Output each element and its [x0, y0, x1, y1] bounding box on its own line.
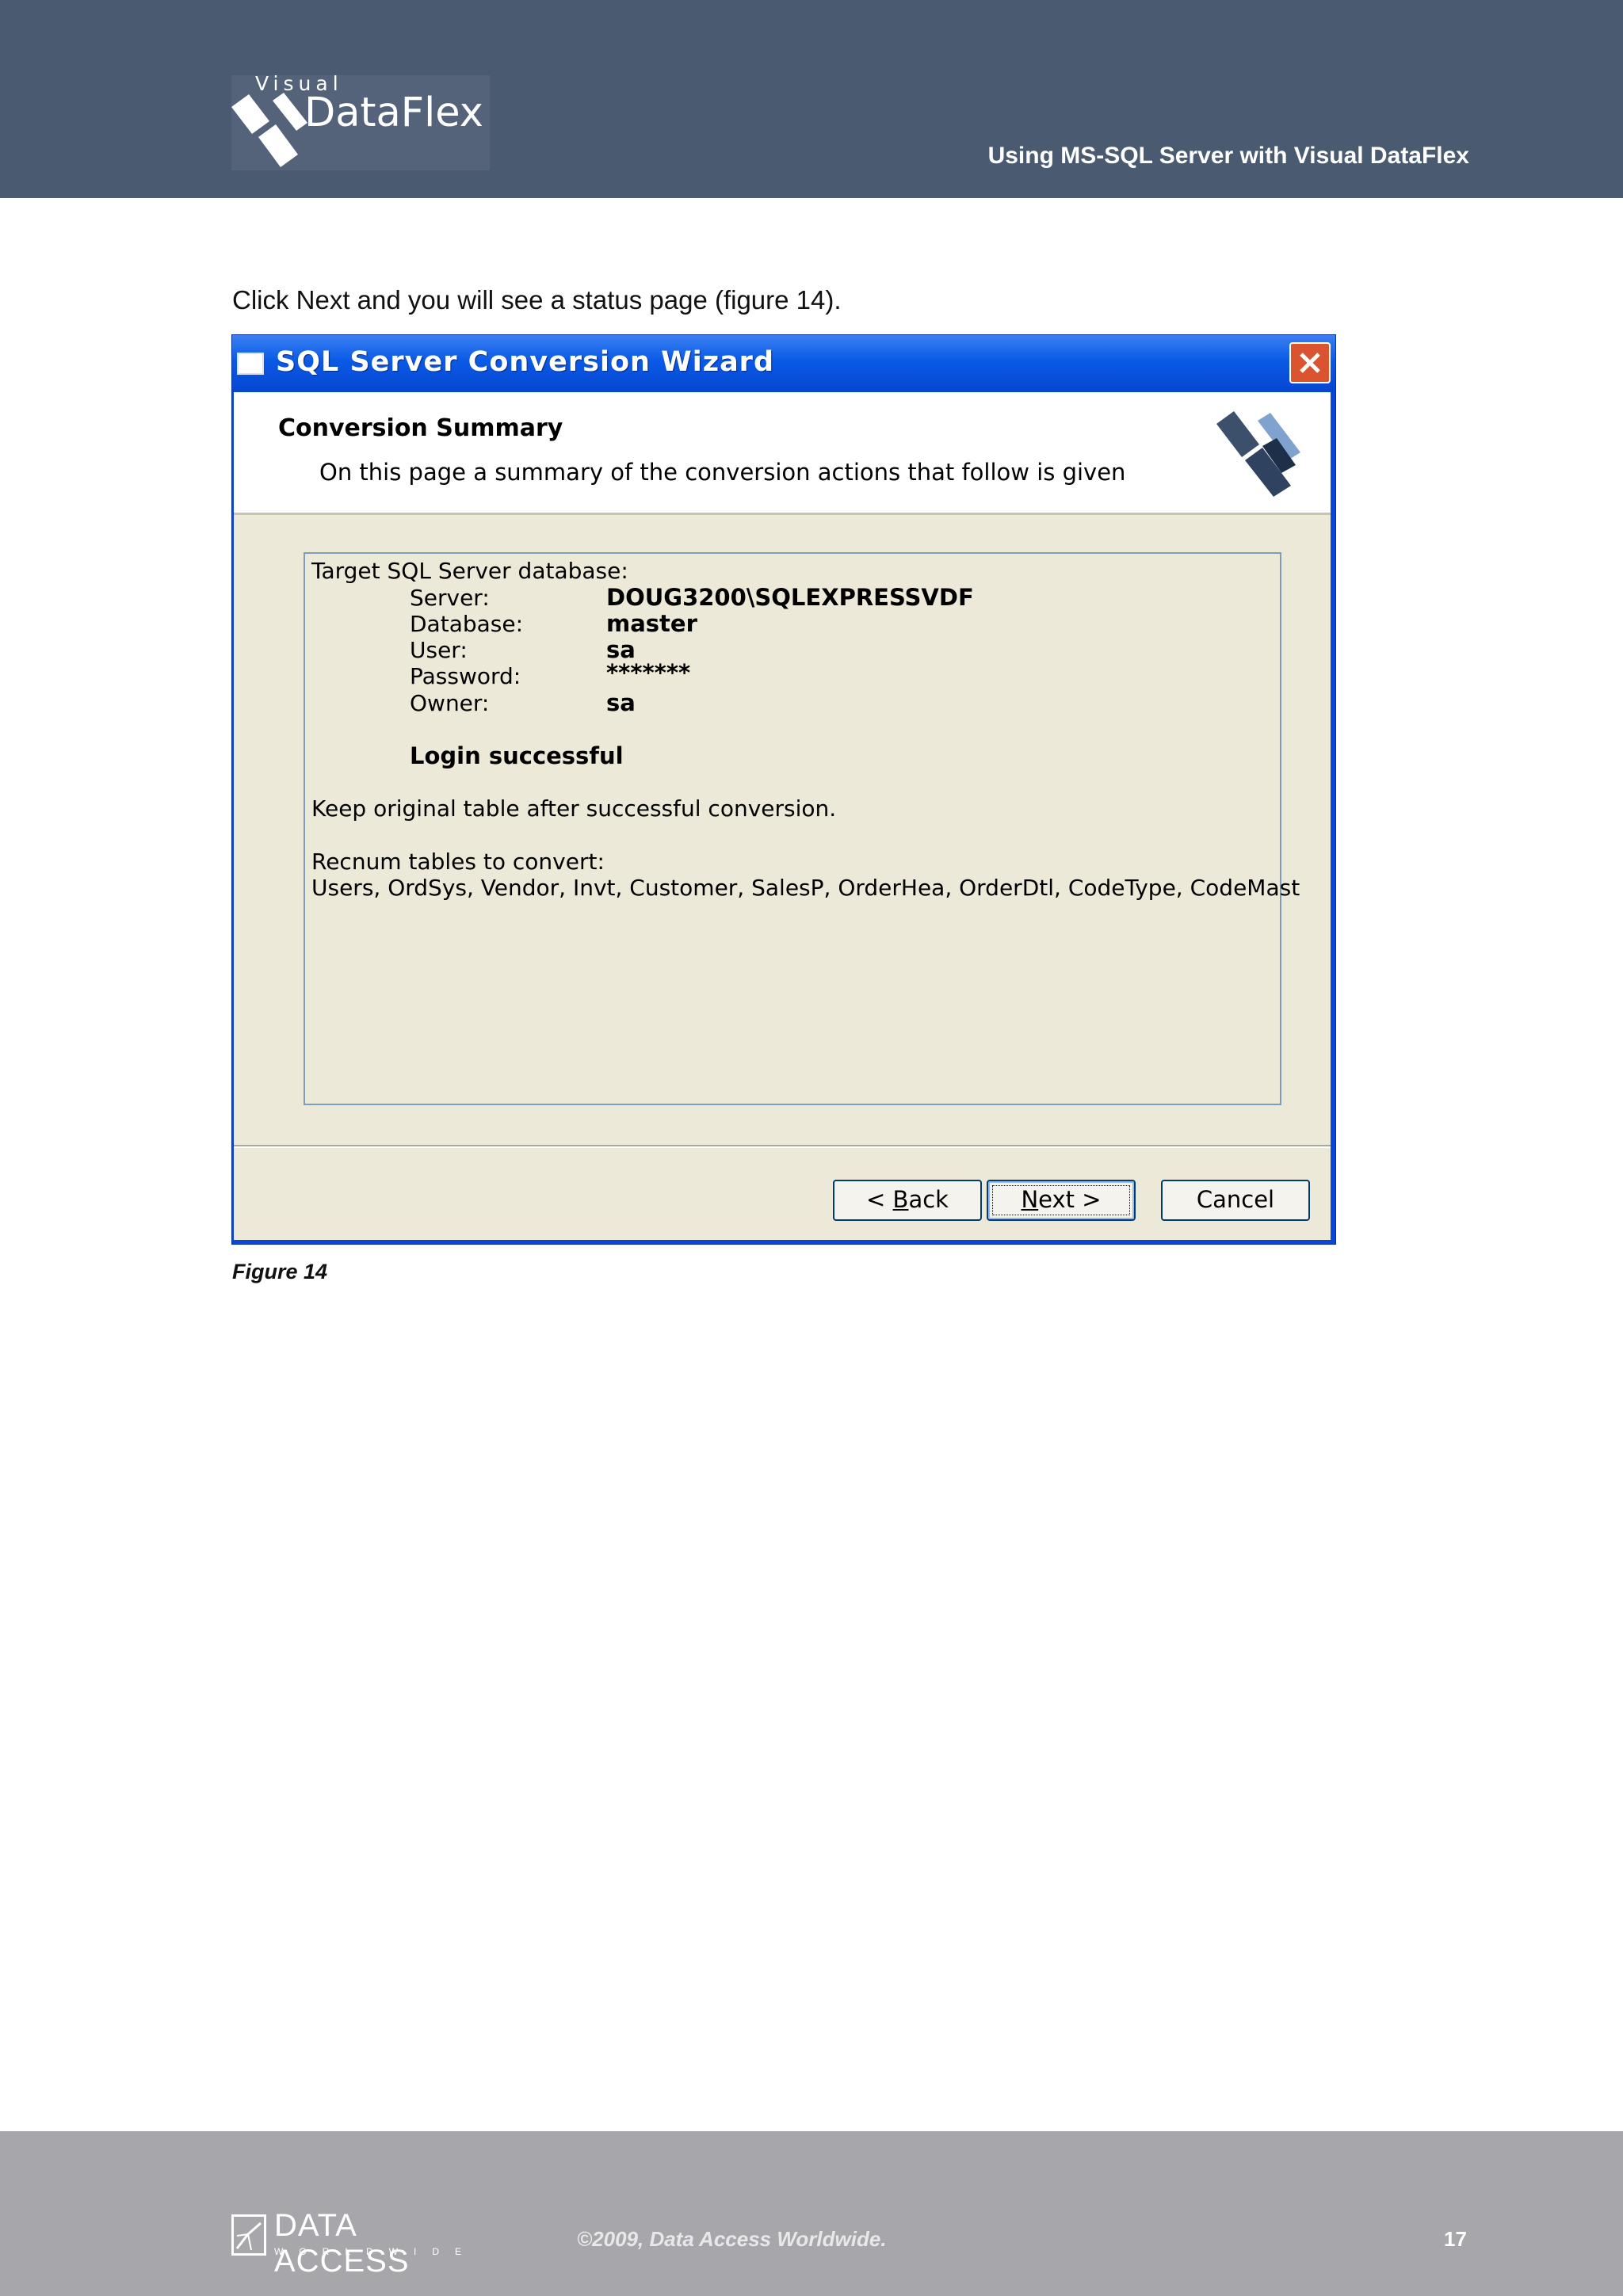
window-titlebar[interactable]: SQL Server Conversion Wizard — [232, 335, 1335, 392]
database-value: master — [606, 610, 697, 637]
wizard-client-area: Conversion Summary On this page a summar… — [234, 392, 1331, 1240]
target-database-heading: Target SQL Server database: — [311, 558, 628, 584]
server-label: Server: — [410, 585, 490, 611]
page-footer: DATA ACCESS WORLDWIDE ©2009, Data Access… — [0, 2131, 1623, 2296]
close-button[interactable] — [1289, 342, 1331, 383]
intro-paragraph: Click Next and you will see a status pag… — [232, 285, 842, 315]
document-title: Using MS-SQL Server with Visual DataFlex — [987, 143, 1469, 169]
password-value: ******* — [606, 659, 691, 686]
button-separator — [234, 1145, 1331, 1148]
dataflex-wizard-icon — [1216, 411, 1300, 497]
keep-original-note: Keep original table after successful con… — [311, 795, 837, 822]
recnum-table-list: Users, OrdSys, Vendor, Invt, Customer, S… — [311, 875, 1300, 901]
page-header: Visual DataFlex Using MS-SQL Server with… — [0, 0, 1623, 198]
dataflex-logo-mark-icon — [231, 93, 307, 167]
login-status: Login successful — [410, 742, 624, 769]
page-number: 17 — [1444, 2227, 1467, 2251]
user-label: User: — [410, 637, 468, 663]
close-icon — [1300, 353, 1320, 373]
conversion-summary-box[interactable]: Target SQL Server database: Server: DOUG… — [304, 552, 1300, 1105]
focus-ring — [992, 1185, 1130, 1215]
visual-dataflex-logo: Visual DataFlex — [231, 72, 490, 170]
wizard-window: SQL Server Conversion Wizard Conversion … — [231, 334, 1336, 1245]
step-description: On this page a summary of the conversion… — [319, 459, 1126, 486]
next-button[interactable]: Next > — [987, 1180, 1136, 1221]
logo-dataflex-text: DataFlex — [304, 90, 483, 136]
window-title: SQL Server Conversion Wizard — [276, 346, 774, 378]
data-access-logo: DATA ACCESS WORLDWIDE — [231, 2208, 493, 2279]
recnum-heading: Recnum tables to convert: — [311, 849, 605, 875]
data-access-logo-text: DATA ACCESS — [274, 2208, 410, 2279]
back-button-rest: ack — [908, 1186, 949, 1213]
back-button-prefix: < — [866, 1186, 893, 1213]
back-button-accel: B — [892, 1186, 909, 1213]
server-value: DOUG3200\SQLEXPRESSVDF — [606, 584, 974, 611]
owner-label: Owner: — [410, 690, 490, 716]
wizard-banner: Conversion Summary On this page a summar… — [234, 392, 1331, 515]
database-label: Database: — [410, 611, 524, 637]
figure-caption: Figure 14 — [232, 1260, 328, 1283]
back-button[interactable]: < Back — [833, 1180, 982, 1221]
owner-value: sa — [606, 689, 636, 716]
data-access-logo-subtext: WORLDWIDE — [274, 2246, 477, 2257]
window-app-icon — [237, 353, 264, 375]
password-label: Password: — [410, 663, 521, 689]
data-access-logo-icon — [231, 2214, 266, 2256]
cancel-button[interactable]: Cancel — [1161, 1180, 1310, 1221]
step-title: Conversion Summary — [278, 414, 563, 442]
copyright-notice: ©2009, Data Access Worldwide. — [577, 2227, 887, 2251]
